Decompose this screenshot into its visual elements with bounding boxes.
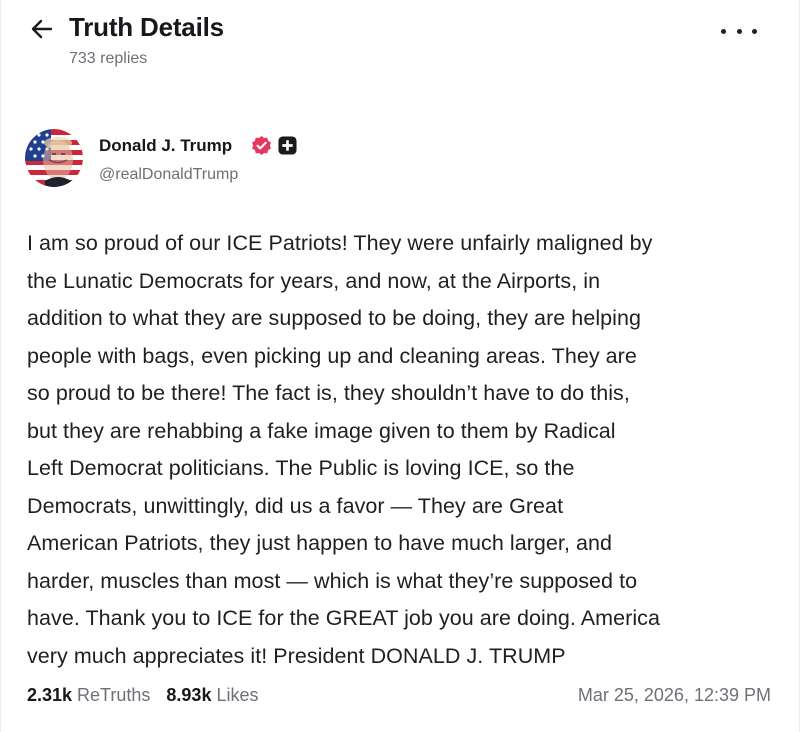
avatar[interactable] [25,129,83,187]
page-title: Truth Details [69,12,224,42]
verified-badge-icon [252,135,271,156]
arrow-left-icon[interactable] [27,14,57,44]
reply-count: 733 replies [69,50,148,67]
more-horizontal-icon[interactable] [721,20,757,42]
page-header: Truth Details 733 replies [1,0,799,90]
author-handle[interactable]: @realDonaldTrump [99,166,238,184]
post-body: I am so proud of our ICE Patriots! They … [27,231,660,668]
likes-count: 8.93k [166,685,212,705]
avatar-image [25,129,83,187]
likes-stat[interactable]: 8.93k Likes [166,685,258,706]
likes-label: Likes [216,685,259,705]
post-timestamp[interactable]: Mar 25, 2026, 12:39 PM [578,685,771,706]
plus-badge-icon [278,136,297,155]
more-dot [752,28,757,34]
retruths-label: ReTruths [77,685,151,705]
retruths-stat[interactable]: 2.31k ReTruths [27,685,150,706]
more-dot [736,28,742,34]
post-stats: 2.31k ReTruths 8.93k Likes [27,685,274,706]
more-dot [721,28,726,34]
author-name[interactable]: Donald J. Trump [99,136,232,156]
retruths-count: 2.31k [27,685,73,705]
truth-details-page: Truth Details 733 replies Donald J. Trum… [0,0,800,732]
